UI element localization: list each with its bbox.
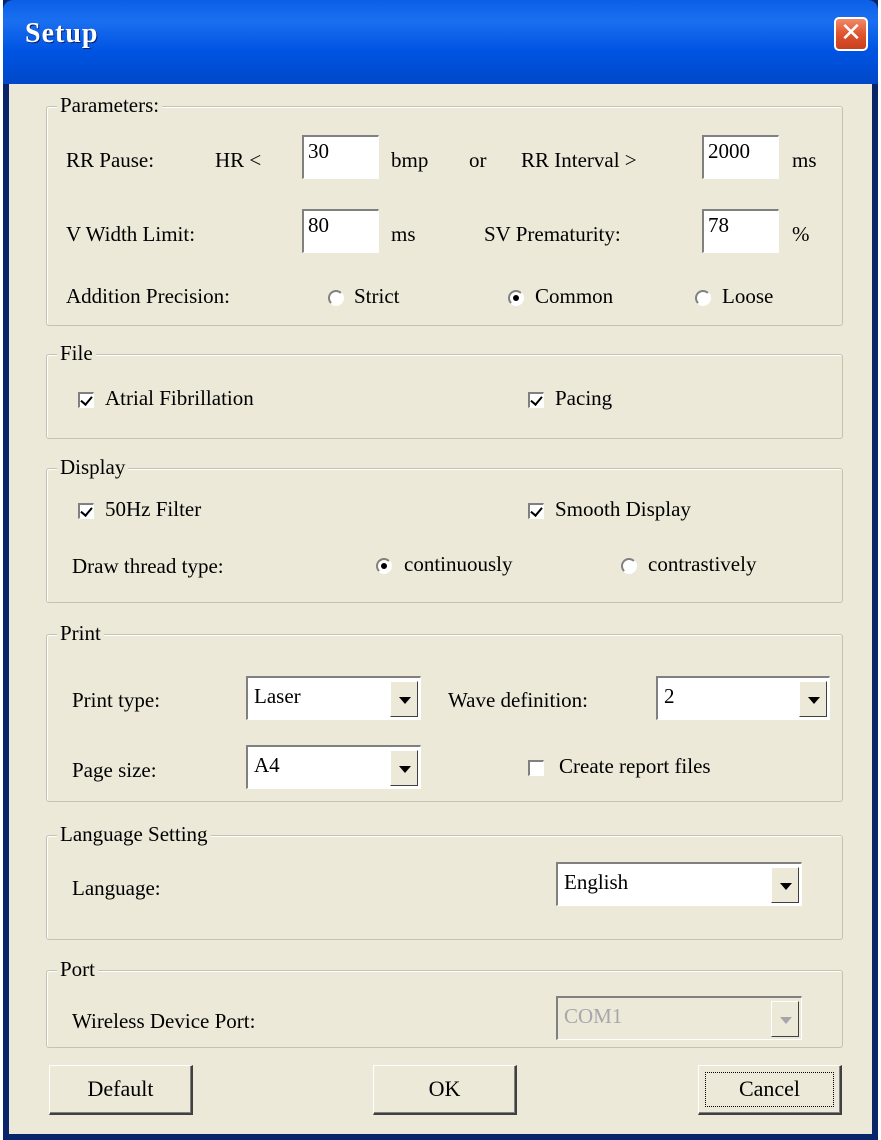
create-report-files-checkbox[interactable]: [528, 760, 544, 776]
hr-input[interactable]: 30: [302, 135, 379, 179]
sv-prematurity-unit-label: %: [792, 222, 810, 246]
cancel-button[interactable]: Cancel: [698, 1065, 842, 1115]
wireless-device-port-value: COM1: [564, 1004, 623, 1028]
create-report-files-label[interactable]: Create report files: [559, 754, 711, 779]
page-size-label: Page size:: [72, 758, 157, 782]
bmp-unit-label: bmp: [391, 148, 429, 172]
hr-label: HR <: [215, 148, 262, 172]
page-size-select[interactable]: A4: [246, 745, 421, 789]
filter-50hz-label[interactable]: 50Hz Filter: [105, 497, 201, 522]
or-label: or: [469, 148, 487, 172]
atrial-fibrillation-checkbox[interactable]: [78, 392, 94, 408]
setup-dialog: Setup ✕ Parameters: RR Pause: HR < 30 bm…: [3, 0, 878, 1140]
print-type-label: Print type:: [72, 688, 161, 712]
atrial-fibrillation-label[interactable]: Atrial Fibrillation: [105, 386, 254, 411]
sv-prematurity-label: SV Prematurity:: [484, 222, 621, 246]
wave-definition-value: 2: [664, 684, 675, 708]
language-setting-legend: Language Setting: [57, 822, 211, 847]
language-select[interactable]: English: [556, 862, 802, 906]
port-legend: Port: [57, 957, 99, 982]
v-width-label: V Width Limit:: [66, 222, 196, 246]
dialog-body: Parameters: RR Pause: HR < 30 bmp or RR …: [9, 84, 872, 1134]
print-type-select[interactable]: Laser: [246, 676, 421, 720]
chevron-down-icon[interactable]: [771, 867, 799, 903]
default-button[interactable]: Default: [49, 1065, 193, 1115]
display-legend: Display: [57, 455, 129, 480]
precision-strict-radio-circle[interactable]: [328, 290, 344, 306]
v-width-unit-label: ms: [391, 222, 416, 246]
addition-precision-label: Addition Precision:: [66, 284, 230, 308]
filter-50hz-checkbox[interactable]: [78, 503, 94, 519]
ok-button[interactable]: OK: [373, 1065, 517, 1115]
focus-rectangle: [705, 1072, 834, 1107]
file-legend: File: [57, 341, 96, 366]
rr-interval-unit-label: ms: [792, 148, 817, 172]
wireless-device-port-select: COM1: [556, 996, 802, 1040]
language-label: Language:: [72, 876, 161, 900]
sv-prematurity-input[interactable]: 78: [702, 209, 779, 253]
language-value: English: [564, 870, 629, 894]
chevron-down-icon[interactable]: [390, 750, 418, 786]
precision-common-label[interactable]: Common: [535, 284, 613, 309]
display-group: Display: [46, 455, 843, 603]
smooth-display-label[interactable]: Smooth Display: [555, 497, 691, 522]
wave-definition-select[interactable]: 2: [656, 676, 830, 720]
wave-definition-label: Wave definition:: [448, 688, 589, 712]
wireless-device-port-label: Wireless Device Port:: [72, 1009, 256, 1033]
rr-pause-label: RR Pause:: [66, 148, 155, 172]
dialog-title: Setup: [25, 18, 99, 49]
pacing-label[interactable]: Pacing: [555, 386, 612, 411]
smooth-display-checkbox[interactable]: [528, 503, 544, 519]
print-type-value: Laser: [254, 684, 301, 708]
pacing-checkbox[interactable]: [528, 392, 544, 408]
close-icon: ✕: [840, 18, 862, 48]
precision-strict-label[interactable]: Strict: [354, 284, 400, 309]
draw-contrastively-radio[interactable]: [621, 558, 637, 574]
chevron-down-icon: [771, 1001, 799, 1037]
page-size-value: A4: [254, 753, 280, 777]
chevron-down-icon[interactable]: [390, 681, 418, 717]
precision-common-radio-circle[interactable]: [508, 290, 524, 306]
precision-loose-radio-circle[interactable]: [695, 290, 711, 306]
title-bar[interactable]: Setup ✕: [3, 0, 878, 84]
rr-interval-label: RR Interval >: [521, 148, 637, 172]
draw-thread-type-label: Draw thread type:: [72, 554, 224, 578]
precision-loose-label[interactable]: Loose: [722, 284, 773, 309]
parameters-legend: Parameters:: [57, 93, 163, 118]
draw-continuously-label[interactable]: continuously: [404, 552, 513, 577]
chevron-down-icon[interactable]: [799, 681, 827, 717]
draw-continuously-radio[interactable]: [376, 558, 392, 574]
draw-contrastively-label[interactable]: contrastively: [648, 552, 756, 577]
rr-interval-input[interactable]: 2000: [702, 135, 779, 179]
close-button[interactable]: ✕: [834, 17, 868, 51]
print-legend: Print: [57, 621, 104, 646]
v-width-input[interactable]: 80: [302, 209, 379, 253]
